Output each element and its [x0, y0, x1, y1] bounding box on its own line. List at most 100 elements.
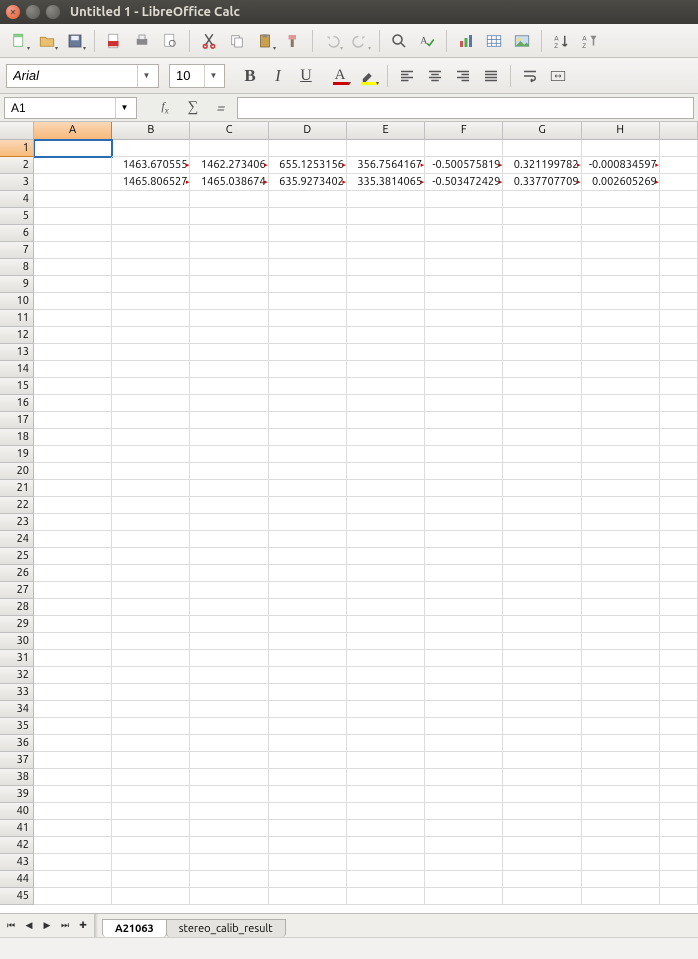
cell[interactable]	[425, 684, 503, 701]
row-header[interactable]: 33	[0, 684, 34, 701]
cell[interactable]	[347, 565, 425, 582]
cell[interactable]	[112, 854, 190, 871]
cell[interactable]	[425, 310, 503, 327]
cell[interactable]	[582, 820, 660, 837]
cell[interactable]	[660, 548, 698, 565]
cell[interactable]	[269, 548, 347, 565]
cell[interactable]	[582, 565, 660, 582]
cell[interactable]	[34, 718, 112, 735]
cell[interactable]	[425, 735, 503, 752]
save-doc-button[interactable]	[62, 28, 88, 54]
cell[interactable]	[660, 259, 698, 276]
align-center-button[interactable]	[422, 63, 448, 89]
cell[interactable]	[425, 242, 503, 259]
cell[interactable]: -0.000834597	[582, 157, 660, 174]
cell[interactable]	[503, 242, 581, 259]
cell[interactable]	[34, 208, 112, 225]
cell[interactable]	[347, 548, 425, 565]
cell[interactable]	[660, 412, 698, 429]
insert-table-button[interactable]	[481, 28, 507, 54]
cell[interactable]	[347, 854, 425, 871]
cell[interactable]	[347, 616, 425, 633]
cell[interactable]	[425, 361, 503, 378]
row-header[interactable]: 6	[0, 225, 34, 242]
cell[interactable]	[503, 769, 581, 786]
column-header[interactable]: D	[269, 122, 347, 140]
cell[interactable]: 1465.038674	[190, 174, 268, 191]
row-header[interactable]: 43	[0, 854, 34, 871]
cell[interactable]	[503, 446, 581, 463]
insert-chart-button[interactable]	[453, 28, 479, 54]
cell[interactable]	[347, 582, 425, 599]
cell[interactable]	[660, 293, 698, 310]
cell[interactable]	[425, 871, 503, 888]
cell[interactable]	[660, 650, 698, 667]
cell[interactable]	[34, 582, 112, 599]
export-pdf-button[interactable]	[101, 28, 127, 54]
cell[interactable]	[34, 701, 112, 718]
cell[interactable]	[425, 463, 503, 480]
cell[interactable]	[503, 395, 581, 412]
cell[interactable]	[34, 174, 112, 191]
column-header[interactable]: H	[582, 122, 660, 140]
cell[interactable]	[112, 837, 190, 854]
column-header[interactable]: A	[34, 122, 112, 140]
cell[interactable]	[112, 803, 190, 820]
cell[interactable]	[34, 378, 112, 395]
cell[interactable]	[660, 514, 698, 531]
cell[interactable]	[425, 293, 503, 310]
cell[interactable]	[582, 344, 660, 361]
cell[interactable]	[347, 684, 425, 701]
merge-cells-button[interactable]	[545, 63, 571, 89]
cell[interactable]	[112, 225, 190, 242]
cell[interactable]	[582, 310, 660, 327]
row-header[interactable]: 35	[0, 718, 34, 735]
cell[interactable]	[425, 888, 503, 905]
cell[interactable]	[582, 701, 660, 718]
cell[interactable]	[190, 837, 268, 854]
equals-button[interactable]: =	[209, 97, 233, 119]
cell[interactable]	[660, 616, 698, 633]
cell[interactable]	[347, 837, 425, 854]
clone-formatting-button[interactable]	[280, 28, 306, 54]
cell[interactable]: 0.337707709	[503, 174, 581, 191]
wrap-text-button[interactable]	[517, 63, 543, 89]
cell[interactable]	[190, 463, 268, 480]
cell[interactable]	[503, 531, 581, 548]
cell[interactable]	[269, 599, 347, 616]
cell[interactable]	[34, 803, 112, 820]
cell[interactable]	[34, 786, 112, 803]
cell[interactable]	[34, 735, 112, 752]
name-box-dropdown-icon[interactable]: ▼	[115, 98, 133, 118]
cell[interactable]	[582, 786, 660, 803]
cell[interactable]: 0.002605269	[582, 174, 660, 191]
row-header[interactable]: 18	[0, 429, 34, 446]
undo-button[interactable]	[319, 28, 345, 54]
cell[interactable]	[582, 293, 660, 310]
font-size-combo[interactable]: ▼	[169, 64, 225, 88]
cell[interactable]	[347, 531, 425, 548]
cell[interactable]	[347, 480, 425, 497]
cell[interactable]	[190, 327, 268, 344]
font-size-input[interactable]	[170, 65, 204, 87]
cell[interactable]	[582, 871, 660, 888]
cell[interactable]	[503, 650, 581, 667]
bold-button[interactable]: B	[237, 63, 263, 89]
cell[interactable]	[503, 684, 581, 701]
cell[interactable]	[503, 888, 581, 905]
cell[interactable]	[660, 599, 698, 616]
cell[interactable]	[190, 514, 268, 531]
row-header[interactable]: 22	[0, 497, 34, 514]
row-header[interactable]: 32	[0, 667, 34, 684]
cell[interactable]	[34, 633, 112, 650]
cell[interactable]	[269, 786, 347, 803]
cell[interactable]	[269, 718, 347, 735]
column-header[interactable]	[660, 122, 698, 140]
cell[interactable]	[660, 242, 698, 259]
font-size-dropdown-icon[interactable]: ▼	[204, 65, 222, 87]
cell[interactable]	[34, 497, 112, 514]
cell[interactable]	[190, 242, 268, 259]
cell[interactable]	[190, 446, 268, 463]
cell[interactable]	[190, 752, 268, 769]
row-header[interactable]: 21	[0, 480, 34, 497]
